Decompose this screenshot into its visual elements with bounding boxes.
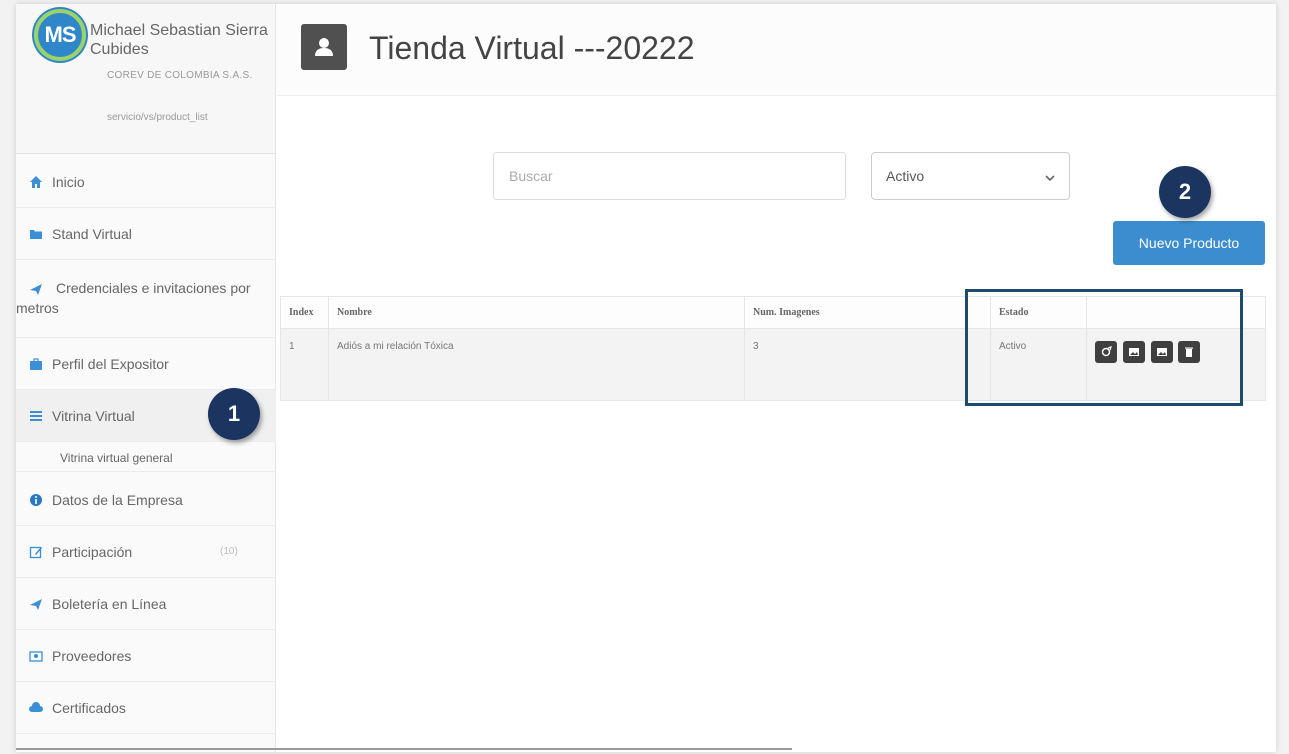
route-path: servicio/vs/product_list bbox=[107, 112, 208, 123]
sidebar-item-credenciales[interactable]: Credenciales e invitaciones por metros bbox=[16, 260, 276, 338]
cloud-icon bbox=[28, 701, 44, 715]
sidebar-item-proveedores[interactable]: Proveedores bbox=[16, 630, 276, 682]
app-frame: MS Michael Sebastian Sierra Cubides CORE… bbox=[16, 4, 1276, 752]
sidebar-item-participacion[interactable]: Participación (10) bbox=[16, 526, 276, 578]
sidebar-item-label: Proveedores bbox=[52, 647, 132, 664]
sidebar-item-boleteria[interactable]: Boletería en Línea bbox=[16, 578, 276, 630]
cell-index: 1 bbox=[280, 328, 329, 401]
status-select[interactable]: Activo bbox=[871, 152, 1070, 200]
sidebar-item-label: Credenciales e invitaciones por metros bbox=[16, 280, 251, 316]
info-icon bbox=[28, 493, 44, 507]
sidebar: MS Michael Sebastian Sierra Cubides CORE… bbox=[16, 4, 276, 752]
column-header: Nombre bbox=[328, 296, 745, 329]
briefcase-icon bbox=[28, 357, 44, 371]
sidebar-item-label: Vitrina Virtual bbox=[52, 407, 135, 424]
sidebar-item-label: Inicio bbox=[52, 173, 85, 190]
sidebar-item-stand-virtual[interactable]: Stand Virtual bbox=[16, 208, 276, 260]
chevron-down-icon bbox=[1045, 170, 1055, 186]
sidebar-item-label: Certificados bbox=[52, 699, 126, 716]
folder-icon bbox=[28, 227, 44, 241]
sidebar-item-inicio[interactable]: Inicio bbox=[16, 156, 276, 208]
divider bbox=[16, 748, 792, 750]
cell-nombre: Adiós a mi relación Tóxica bbox=[328, 328, 745, 401]
sidebar-item-label: Datos de la Empresa bbox=[52, 491, 183, 508]
page-title: Tienda Virtual ---20222 bbox=[369, 30, 695, 66]
new-product-button[interactable]: Nuevo Producto bbox=[1113, 221, 1265, 265]
column-header: Index bbox=[280, 296, 329, 329]
sidebar-item-label: Participación bbox=[52, 543, 133, 560]
id-card-icon bbox=[28, 649, 44, 663]
edit-icon bbox=[28, 545, 44, 559]
home-icon bbox=[28, 175, 44, 189]
sidebar-item-datos-empresa[interactable]: Datos de la Empresa bbox=[16, 474, 276, 526]
user-name: Michael Sebastian Sierra Cubides bbox=[90, 22, 268, 58]
status-select-value: Activo bbox=[886, 168, 925, 184]
user-icon bbox=[301, 24, 347, 70]
participation-count: (10) bbox=[220, 546, 238, 557]
sidebar-subitem-vitrina-general[interactable]: Vitrina virtual general bbox=[16, 444, 276, 472]
callout-badge-1: 1 bbox=[208, 388, 260, 440]
user-profile: MS Michael Sebastian Sierra Cubides CORE… bbox=[16, 4, 275, 154]
avatar: MS bbox=[34, 9, 86, 61]
cell-imagenes: 3 bbox=[744, 328, 991, 401]
sidebar-item-certificados[interactable]: Certificados bbox=[16, 682, 276, 734]
list-icon bbox=[28, 409, 44, 423]
column-header: Num. Imagenes bbox=[744, 296, 991, 329]
page-header: Tienda Virtual ---20222 bbox=[277, 4, 1276, 96]
sidebar-item-label: Perfil del Expositor bbox=[52, 355, 169, 372]
search-input[interactable] bbox=[493, 152, 846, 200]
callout-badge-2: 2 bbox=[1159, 166, 1211, 218]
company-name: COREV DE COLOMBIA S.A.S. bbox=[107, 70, 253, 81]
sidebar-item-label: Boletería en Línea bbox=[52, 595, 167, 612]
plane-icon bbox=[28, 597, 44, 611]
highlight-box bbox=[965, 289, 1243, 406]
sidebar-item-label: Stand Virtual bbox=[52, 225, 132, 242]
sidebar-item-perfil[interactable]: Perfil del Expositor bbox=[16, 338, 276, 390]
